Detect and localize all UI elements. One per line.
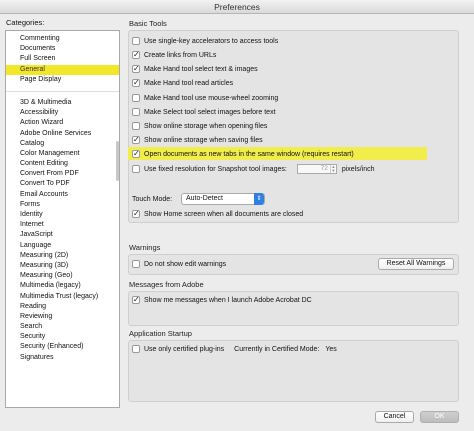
category-item[interactable]: Multimedia Trust (legacy) <box>6 292 119 302</box>
option-row[interactable]: Make Select tool select images before te… <box>132 107 276 117</box>
cancel-button[interactable]: Cancel <box>375 411 414 423</box>
category-item[interactable]: Accessibility <box>6 108 119 118</box>
category-item[interactable]: Search <box>6 322 119 332</box>
option-label: Show Home screen when all documents are … <box>144 210 304 218</box>
checkbox[interactable] <box>132 165 140 173</box>
messages-title: Messages from Adobe <box>129 280 204 289</box>
snapshot-unit: pixels/inch <box>341 165 375 173</box>
categories-scrollbar[interactable] <box>116 31 119 407</box>
warnings-title: Warnings <box>129 243 161 252</box>
option-label: Use single-key accelerators to access to… <box>144 37 279 45</box>
option-row[interactable]: Do not show edit warnings <box>132 259 226 269</box>
option-label: Use only certified plug-ins <box>144 345 225 353</box>
category-item-selected[interactable]: General <box>6 64 119 75</box>
category-item[interactable]: JavaScript <box>6 230 119 240</box>
snapshot-resolution-value: 72 <box>320 165 328 172</box>
option-label: Do not show edit warnings <box>144 260 227 268</box>
category-item[interactable]: 3D & Multimedia <box>6 98 119 108</box>
category-item[interactable]: Security <box>6 332 119 342</box>
category-item[interactable]: Language <box>6 241 119 251</box>
checkbox-checked[interactable] <box>132 295 140 304</box>
scrollbar-thumb[interactable] <box>116 141 119 181</box>
categories-list[interactable]: Commenting Documents Full Screen General… <box>5 30 120 408</box>
option-label: Make Hand tool read articles <box>144 79 234 87</box>
category-item[interactable]: Signatures <box>6 353 119 363</box>
window-title: Preferences <box>0 0 474 14</box>
option-label: Create links from URLs <box>144 51 217 59</box>
category-item[interactable]: Documents <box>6 44 119 54</box>
category-item[interactable]: Internet <box>6 220 119 230</box>
ok-button[interactable]: OK <box>420 411 459 423</box>
touch-mode-value: Auto-Detect <box>186 195 223 202</box>
category-item[interactable]: Catalog <box>6 139 119 149</box>
category-item[interactable]: Identity <box>6 210 119 220</box>
checkbox-checked[interactable] <box>132 209 140 218</box>
certified-mode-label: Currently in Certified Mode: <box>234 345 320 353</box>
option-row[interactable]: Make Hand tool select text & images <box>132 64 258 74</box>
category-item[interactable]: Convert From PDF <box>6 169 119 179</box>
checkbox[interactable] <box>132 122 140 130</box>
touch-mode-select[interactable]: Auto-Detect ⇕ <box>181 193 265 205</box>
categories-header: Categories: <box>6 18 45 27</box>
option-row[interactable]: Create links from URLs <box>132 50 216 60</box>
category-item[interactable]: Forms <box>6 200 119 210</box>
checkbox-checked[interactable] <box>132 64 140 73</box>
category-item[interactable]: Measuring (3D) <box>6 261 119 271</box>
chevron-updown-icon: ⇕ <box>254 193 264 205</box>
option-label: Open documents as new tabs in the same w… <box>144 150 354 158</box>
category-item[interactable]: Convert To PDF <box>6 179 119 189</box>
category-item[interactable]: Security (Enhanced) <box>6 342 119 352</box>
option-label: Make Hand tool select text & images <box>144 65 258 73</box>
certified-mode-value: Yes <box>325 345 337 353</box>
checkbox-checked[interactable] <box>132 78 140 87</box>
option-row[interactable]: Show online storage when saving files <box>132 135 263 145</box>
checkbox[interactable] <box>132 345 140 353</box>
option-label: Make Hand tool use mouse-wheel zooming <box>144 94 279 102</box>
category-item[interactable]: Measuring (2D) <box>6 251 119 261</box>
option-label: Show online storage when opening files <box>144 122 268 130</box>
category-item[interactable]: Reviewing <box>6 312 119 322</box>
category-item[interactable]: Reading <box>6 302 119 312</box>
category-item[interactable]: Measuring (Geo) <box>6 271 119 281</box>
category-item[interactable]: Email Accounts <box>6 190 119 200</box>
option-row[interactable]: Use only certified plug-ins Currently in… <box>132 344 337 354</box>
checkbox[interactable] <box>132 94 140 102</box>
category-item[interactable]: Content Editing <box>6 159 119 169</box>
option-label: Show me messages when I launch Adobe Acr… <box>144 296 312 304</box>
option-label: Use fixed resolution for Snapshot tool i… <box>144 165 287 173</box>
checkbox[interactable] <box>132 37 140 45</box>
option-row-open-as-tabs[interactable]: Open documents as new tabs in the same w… <box>132 149 354 159</box>
checkbox-checked[interactable] <box>132 135 140 144</box>
category-item[interactable]: Full Screen <box>6 54 119 64</box>
category-item[interactable]: Action Wizard <box>6 118 119 128</box>
category-item[interactable]: Adobe Online Services <box>6 129 119 139</box>
option-row[interactable]: Show online storage when opening files <box>132 121 267 131</box>
touch-mode-label: Touch Mode: <box>132 195 173 203</box>
option-row[interactable]: Use single-key accelerators to access to… <box>132 36 278 46</box>
category-separator <box>6 90 119 92</box>
category-item[interactable]: Commenting <box>6 34 119 44</box>
stepper-icon[interactable]: ▲ ▼ <box>329 165 336 173</box>
checkbox-checked[interactable] <box>132 149 140 158</box>
option-label: Show online storage when saving files <box>144 136 263 144</box>
category-item[interactable]: Page Display <box>6 75 119 85</box>
category-item[interactable]: Multimedia (legacy) <box>6 281 119 291</box>
option-row[interactable]: Make Hand tool use mouse-wheel zooming <box>132 93 278 103</box>
checkbox[interactable] <box>132 260 140 268</box>
checkbox[interactable] <box>132 108 140 116</box>
option-row[interactable]: Make Hand tool read articles <box>132 78 233 88</box>
snapshot-resolution-input[interactable]: 72 ▲ ▼ <box>296 164 337 174</box>
option-label: Make Select tool select images before te… <box>144 108 276 116</box>
option-row[interactable]: Show me messages when I launch Adobe Acr… <box>132 295 312 305</box>
reset-warnings-button[interactable]: Reset All Warnings <box>378 258 454 270</box>
basic-tools-title: Basic Tools <box>129 19 167 28</box>
option-row[interactable]: Show Home screen when all documents are … <box>132 209 303 219</box>
category-item[interactable]: Color Management <box>6 149 119 159</box>
checkbox-checked[interactable] <box>132 50 140 59</box>
snapshot-resolution-row[interactable]: Use fixed resolution for Snapshot tool i… <box>132 164 375 174</box>
startup-title: Application Startup <box>129 329 192 338</box>
